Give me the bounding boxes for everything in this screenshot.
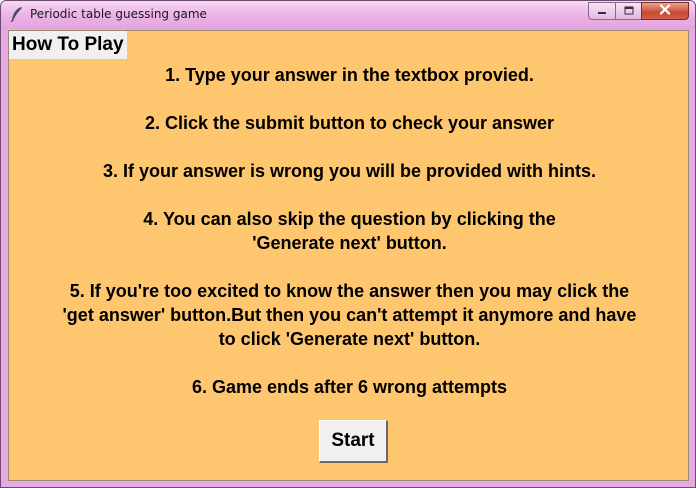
close-button[interactable] [641,2,689,20]
close-icon [659,2,671,20]
minimize-icon [597,2,607,20]
rule-5: 5. If you're too excited to know the ans… [62,281,637,349]
window-title: Periodic table guessing game [30,7,207,21]
maximize-icon [624,2,634,20]
app-window: Periodic table guessing game How To Play… [0,0,696,488]
minimize-button[interactable] [588,2,616,20]
rule-4: 4. You can also skip the question by cli… [143,209,556,253]
rule-2: 2. Click the submit button to check your… [144,113,555,133]
instructions-panel: How To Play 1. Type your answer in the t… [8,30,689,481]
feather-icon [10,6,24,23]
rule-6: 6. Game ends after 6 wrong attempts [191,377,508,397]
how-to-play-label: How To Play [9,31,127,59]
rule-1: 1. Type your answer in the textbox provi… [165,65,534,85]
rule-3: 3. If your answer is wrong you will be p… [102,161,597,181]
maximize-button[interactable] [615,2,642,20]
start-button[interactable]: Start [319,420,388,463]
title-bar[interactable]: Periodic table guessing game [1,1,695,29]
